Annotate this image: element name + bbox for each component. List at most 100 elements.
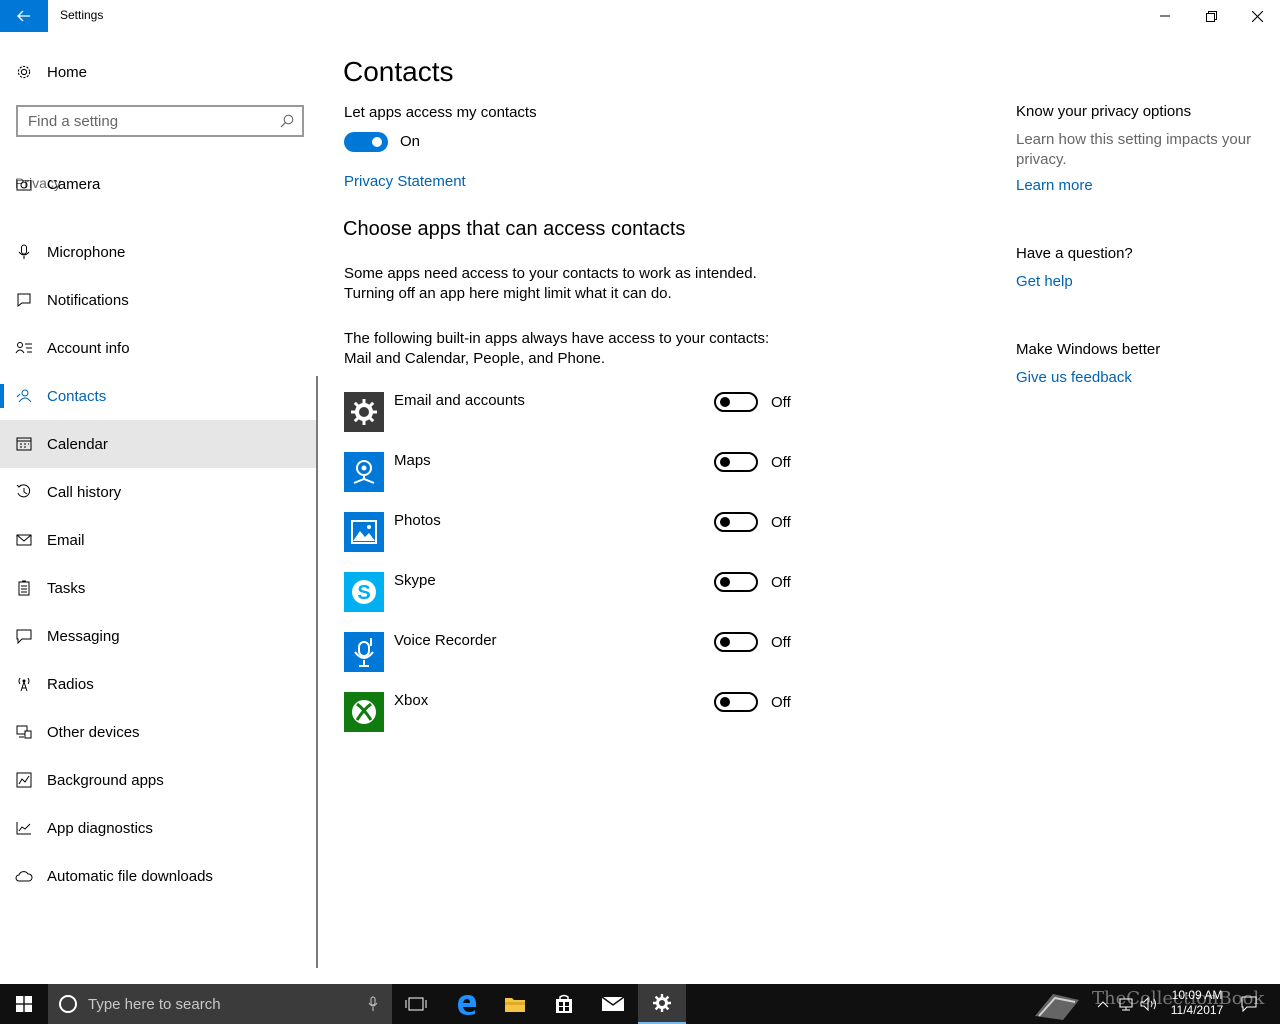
sidebar-item-background-apps[interactable]: Background apps	[0, 756, 316, 804]
toggle-knob	[720, 397, 730, 407]
photos-tile	[344, 512, 384, 552]
app-row-skype: S Skype Off	[344, 572, 804, 612]
skype-icon: S	[352, 580, 376, 604]
toggle-knob	[720, 577, 730, 587]
store-icon	[556, 994, 572, 1013]
toggle-state: Off	[771, 514, 791, 531]
volume-tray[interactable]	[1138, 984, 1160, 1024]
notifications-icon	[0, 293, 47, 307]
messaging-icon	[0, 629, 47, 644]
app-row-voice-recorder: Voice Recorder Off	[344, 632, 804, 672]
get-help-link[interactable]: Get help	[1016, 273, 1073, 290]
email-icon	[0, 534, 47, 546]
sidebar-item-label: Notifications	[47, 291, 129, 309]
close-button[interactable]	[1234, 0, 1280, 32]
toggle-state: Off	[771, 394, 791, 411]
taskbar-search-input[interactable]: Type here to search	[88, 996, 368, 1013]
search-box[interactable]: Find a setting	[16, 105, 304, 137]
start-button[interactable]	[0, 984, 48, 1024]
edge-icon	[458, 995, 476, 1015]
master-setting-label: Let apps access my contacts	[344, 104, 537, 121]
toggle-state: Off	[771, 574, 791, 591]
sidebar-item-contacts[interactable]: Contacts	[0, 372, 316, 420]
sidebar-item-label: Other devices	[47, 723, 140, 741]
app-name: Photos	[394, 512, 441, 529]
sidebar-scrollbar[interactable]	[316, 376, 318, 968]
voice-recorder-toggle[interactable]	[714, 632, 758, 652]
book-logo-icon	[1034, 994, 1079, 1020]
back-button[interactable]	[0, 0, 48, 32]
mail-button[interactable]	[589, 984, 637, 1024]
sidebar-item-tasks[interactable]: Tasks	[0, 564, 316, 612]
file-explorer-button[interactable]	[491, 984, 539, 1024]
sidebar-item-radios[interactable]: Radios	[0, 660, 316, 708]
search-icon[interactable]	[272, 114, 302, 128]
skype-toggle[interactable]	[714, 572, 758, 592]
voice-recorder-tile	[344, 632, 384, 672]
maps-toggle[interactable]	[714, 452, 758, 472]
sidebar-item-notifications[interactable]: Notifications	[0, 276, 316, 324]
window-title: Settings	[60, 8, 104, 22]
sidebar-item-label: Microphone	[47, 243, 126, 261]
xbox-toggle[interactable]	[714, 692, 758, 712]
privacy-statement-link[interactable]: Privacy Statement	[344, 173, 466, 190]
restore-button[interactable]	[1188, 0, 1234, 32]
sidebar-item-microphone[interactable]: Microphone	[0, 228, 316, 276]
give-feedback-link[interactable]: Give us feedback	[1016, 369, 1132, 386]
minimize-icon	[1160, 15, 1170, 17]
master-toggle-state: On	[400, 133, 421, 150]
main-content: Contacts Let apps access my contacts On …	[342, 32, 982, 984]
svg-text:S: S	[357, 582, 370, 604]
collection-book-logo	[1030, 984, 1085, 1024]
sidebar-item-app-diagnostics[interactable]: App diagnostics	[0, 804, 316, 852]
search-input[interactable]: Find a setting	[28, 113, 272, 130]
app-row-email-and-accounts: Email and accounts Off	[344, 392, 804, 432]
clock-time: 10:09 AM	[1171, 988, 1223, 1002]
network-tray[interactable]	[1116, 984, 1136, 1024]
tray-chevron[interactable]	[1094, 984, 1112, 1024]
photos-toggle[interactable]	[714, 512, 758, 532]
action-center-button[interactable]	[1234, 984, 1264, 1024]
info-paragraph-1-line-1: Some apps need access to your contacts t…	[344, 265, 757, 282]
section-title: Choose apps that can access contacts	[343, 218, 686, 240]
toggle-knob	[372, 137, 382, 147]
sidebar-item-messaging[interactable]: Messaging	[0, 612, 316, 660]
info-paragraph-1: Some apps need access to your contacts t…	[344, 264, 804, 304]
sidebar-item-email[interactable]: Email	[0, 516, 316, 564]
calendar-icon	[0, 437, 47, 451]
taskbar-clock[interactable]: 10:09 AM 11/4/2017	[1162, 988, 1232, 1018]
camera-icon	[0, 180, 47, 191]
home-label: Home	[47, 63, 88, 81]
task-view-button[interactable]	[392, 984, 440, 1024]
sidebar-item-label: Background apps	[47, 771, 164, 789]
sidebar-item-call-history[interactable]: Call history	[0, 468, 316, 516]
privacy-options-heading: Know your privacy options	[1016, 103, 1192, 120]
microphone-icon	[354, 638, 374, 667]
store-button[interactable]	[540, 984, 588, 1024]
sidebar-item-label: Messaging	[47, 627, 120, 645]
toggle-knob	[720, 517, 730, 527]
microphone-icon[interactable]	[368, 996, 378, 1012]
master-contacts-toggle[interactable]	[344, 132, 388, 152]
sidebar-item-label: Account info	[47, 339, 130, 357]
app-name: Maps	[394, 452, 431, 469]
home-nav[interactable]: Home	[0, 60, 318, 84]
minimize-button[interactable]	[1142, 0, 1188, 32]
sidebar-item-camera[interactable]: Camera	[0, 180, 316, 208]
call-history-icon	[0, 484, 47, 500]
settings-taskbar-button[interactable]	[638, 984, 686, 1024]
app-name: Voice Recorder	[394, 632, 497, 649]
app-row-photos: Photos Off	[344, 512, 804, 552]
question-heading: Have a question?	[1016, 245, 1133, 262]
edge-button[interactable]	[443, 984, 491, 1024]
title-bar: Settings	[0, 0, 1280, 32]
sidebar-item-automatic-file-downloads[interactable]: Automatic file downloads	[0, 852, 316, 900]
email-accounts-toggle[interactable]	[714, 392, 758, 412]
sidebar-item-other-devices[interactable]: Other devices	[0, 708, 316, 756]
sidebar-item-calendar[interactable]: Calendar	[0, 420, 316, 468]
learn-more-link[interactable]: Learn more	[1016, 177, 1093, 194]
app-name: Email and accounts	[394, 392, 525, 409]
sidebar-item-account-info[interactable]: Account info	[0, 324, 316, 372]
taskbar-search-box[interactable]: Type here to search	[48, 984, 392, 1024]
windows-logo-icon	[16, 996, 32, 1012]
